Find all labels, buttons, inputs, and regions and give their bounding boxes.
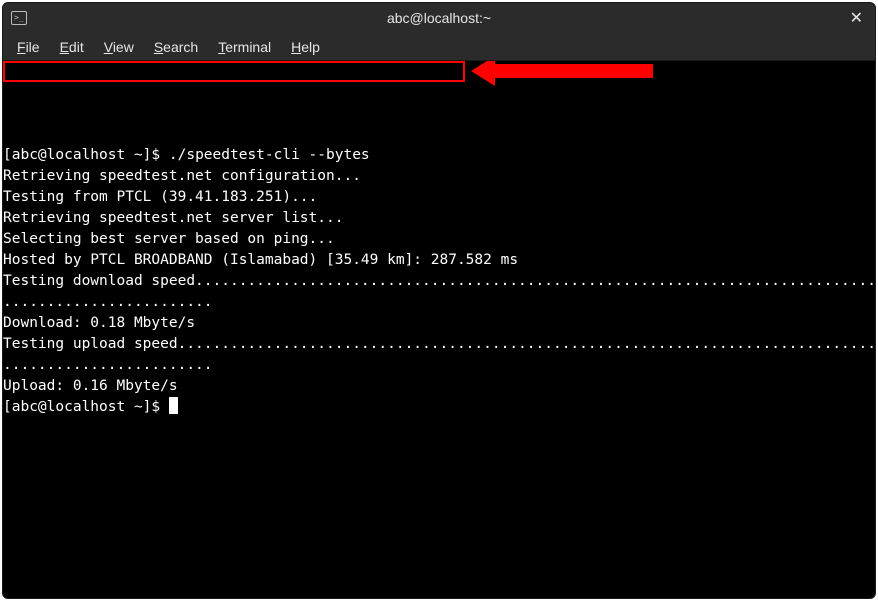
titlebar[interactable]: abc@localhost:~ ✕ [3, 3, 875, 33]
output-line: Selecting best server based on ping... [3, 231, 335, 247]
output-line: ........................ [3, 357, 213, 373]
menu-file[interactable]: File [7, 35, 50, 59]
menu-view[interactable]: View [94, 35, 144, 59]
window-title: abc@localhost:~ [387, 10, 491, 26]
output-line: ........................ [3, 294, 213, 310]
output-line: Testing download speed..................… [3, 273, 875, 289]
output-line: Download: 0.18 Mbyte/s [3, 315, 195, 331]
prompt-line-2: [abc@localhost ~]$ [3, 399, 178, 415]
output-line: Retrieving speedtest.net configuration..… [3, 168, 361, 184]
menu-edit[interactable]: Edit [50, 35, 94, 59]
terminal-output[interactable]: [abc@localhost ~]$ ./speedtest-cli --byt… [3, 61, 875, 598]
output-line: Hosted by PTCL BROADBAND (Islamabad) [35… [3, 252, 518, 268]
menu-terminal[interactable]: Terminal [208, 35, 281, 59]
cursor [169, 397, 178, 414]
menu-help[interactable]: Help [281, 35, 330, 59]
output-line: Upload: 0.16 Mbyte/s [3, 378, 178, 394]
menubar: File Edit View Search Terminal Help [3, 33, 875, 61]
terminal-text: [abc@localhost ~]$ ./speedtest-cli --byt… [3, 145, 875, 418]
prompt-line-1: [abc@localhost ~]$ ./speedtest-cli --byt… [3, 147, 370, 163]
close-icon[interactable]: ✕ [846, 8, 867, 28]
highlight-annotation [3, 61, 465, 82]
output-line: Testing from PTCL (39.41.183.251)... [3, 189, 317, 205]
menu-search[interactable]: Search [144, 35, 208, 59]
output-line: Testing upload speed....................… [3, 336, 875, 352]
arrow-annotation [471, 64, 523, 148]
terminal-window: abc@localhost:~ ✕ File Edit View Search … [2, 2, 876, 599]
terminal-icon [11, 11, 27, 25]
output-line: Retrieving speedtest.net server list... [3, 210, 343, 226]
